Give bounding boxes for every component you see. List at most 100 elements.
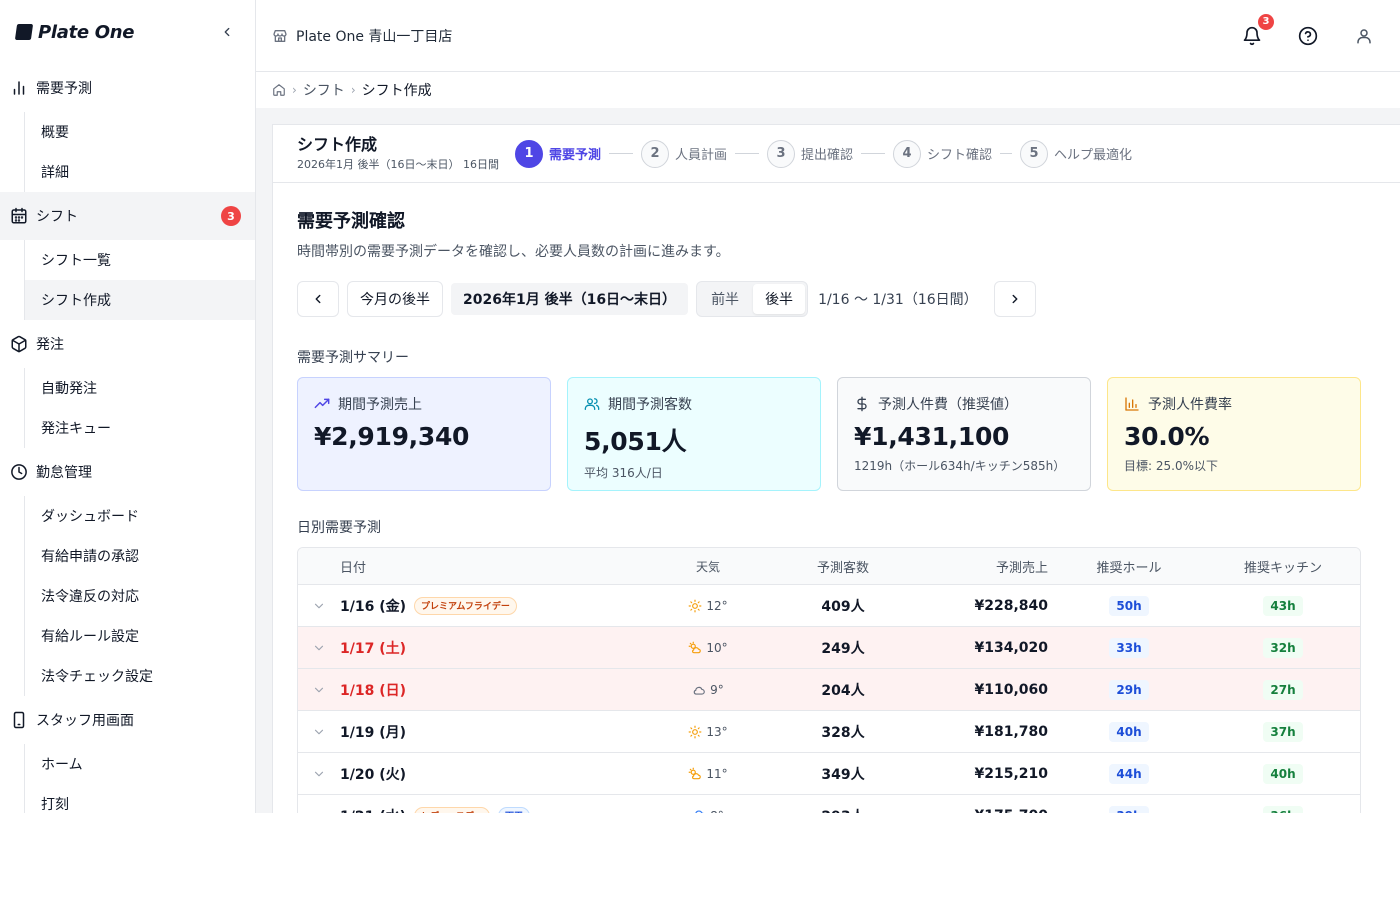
step-submission-check[interactable]: 3 提出確認 [767, 139, 853, 168]
nav-item-violations[interactable]: 法令違反の対応 [25, 576, 255, 616]
nav-order[interactable]: 発注 [0, 320, 255, 368]
table-row[interactable]: 1/20 (火) 11° 349人 ¥215,210 44h 40h [298, 752, 1360, 794]
row-sales: ¥181,780 [974, 723, 1048, 740]
step-demand-forecast[interactable]: 1 需要予測 [514, 139, 601, 168]
kpi-sub: 目標: 25.0%以下 [1124, 459, 1218, 473]
nav-item-home[interactable]: ホーム [25, 744, 255, 784]
notifications-button[interactable]: 3 [1240, 13, 1274, 48]
row-temp: 12° [706, 598, 728, 613]
step-staff-plan[interactable]: 2 人員計画 [641, 139, 727, 168]
this-month-half-button[interactable]: 今月の後半 [347, 281, 443, 317]
home-icon[interactable] [272, 83, 286, 97]
account-button[interactable] [1352, 24, 1376, 48]
help-icon [1298, 26, 1318, 45]
chevron-down-icon [314, 771, 324, 776]
nav-attendance[interactable]: 勤怠管理 [0, 448, 255, 496]
expand-row-button[interactable] [298, 599, 340, 613]
row-date: 1/19 (月) [340, 724, 407, 741]
wizard-title-block: シフト作成 2026年1月 後半（16日〜末日） 16日間 [297, 135, 499, 172]
step-number: 2 [641, 139, 669, 168]
first-half-option[interactable]: 前半 [699, 284, 751, 314]
prev-period-button[interactable] [297, 281, 339, 317]
chevron-right-icon [1012, 294, 1018, 304]
shift-count-badge: 3 [221, 206, 241, 226]
nav-item-leave-rules[interactable]: 有給ルール設定 [25, 616, 255, 656]
row-sales: ¥110,060 [974, 681, 1048, 698]
row-weather: 11° [658, 767, 758, 781]
nav-staff-screen[interactable]: スタッフ用画面 [0, 696, 255, 744]
row-hall-hours: 33h [1109, 637, 1149, 658]
nav-item-leave-approval[interactable]: 有給申請の承認 [25, 536, 255, 576]
row-sales: ¥175,700 [928, 808, 1048, 814]
notification-badge: 3 [1258, 13, 1274, 30]
summary-title: 需要予測サマリー [297, 350, 409, 366]
step-number: 5 [1020, 139, 1049, 168]
row-kitchen-hours: 32h [1263, 637, 1303, 658]
row-customers: 409人 [821, 598, 865, 615]
bell-icon [1243, 26, 1261, 45]
second-half-option[interactable]: 後半 [753, 284, 806, 314]
nav-item-overview[interactable]: 概要 [25, 112, 255, 152]
brand-logo[interactable]: Plate One [14, 21, 135, 43]
header-kitchen: 推奨キッチン [1243, 560, 1322, 576]
app-viewport: Plate One 需要予測 概要 詳細 シフト 3 シフト一覧 シフト作成 発… [0, 0, 1400, 813]
step-help-optimize[interactable]: 5 ヘルプ最適化 [1020, 139, 1132, 168]
nav-demand-forecast[interactable]: 需要予測 [0, 64, 255, 112]
nav-item-shift-create[interactable]: シフト作成 [25, 280, 255, 320]
breadcrumb-shift[interactable]: シフト [303, 80, 345, 100]
nav-item-auto-order[interactable]: 自動発注 [25, 368, 255, 408]
step-shift-check[interactable]: 4 シフト確認 [893, 139, 992, 168]
kpi-labor-cost: 予測人件費（推奨値） ¥1,431,100 1219h（ホール634h/キッチン… [837, 377, 1091, 491]
row-customers: 328人 [821, 724, 865, 741]
rain-icon [692, 809, 706, 813]
expand-row-button[interactable] [298, 767, 340, 781]
step-connector [735, 153, 760, 154]
nav-sublist: 自動発注 発注キュー [24, 368, 255, 448]
expand-row-button[interactable] [298, 683, 340, 697]
expand-row-button[interactable] [298, 641, 340, 655]
row-sales: ¥134,020 [974, 639, 1048, 656]
row-customers: 249人 [821, 640, 865, 657]
chevron-down-icon [314, 645, 324, 650]
nav-item-punch[interactable]: 打刻 [25, 784, 255, 813]
half-toggle: 前半 後半 [696, 281, 809, 317]
step-number: 1 [514, 139, 543, 168]
table-row[interactable]: 1/17 (土) 10° 249人 ¥134,020 33h 32h [298, 626, 1360, 668]
table-row[interactable]: 1/21 (水) レディースデー雨天 8° 293人¥175,700 39h 36h [298, 794, 1360, 813]
table-row[interactable]: 1/19 (月) 13° 328人 ¥181,780 40h 37h [298, 710, 1360, 752]
expand-row-button[interactable] [298, 725, 340, 739]
nav-item-law-check[interactable]: 法令チェック設定 [25, 656, 255, 696]
row-customers: 349人 [821, 766, 865, 783]
section-description: 時間帯別の需要予測データを確認し、必要人員数の計画に進みます。 [297, 244, 730, 260]
row-weather: 13° [658, 725, 758, 739]
table-row[interactable]: 1/18 (日) 9° 204人 ¥110,060 29h 27h [298, 668, 1360, 710]
kpi-value: 5,051人 [584, 427, 687, 456]
header-sales: 予測売上 [995, 560, 1048, 576]
store-name: Plate One 青山一丁目店 [296, 28, 453, 45]
nav-item-order-queue[interactable]: 発注キュー [25, 408, 255, 448]
row-weather: 9° [658, 683, 758, 697]
row-temp: 9° [710, 682, 724, 697]
row-date-cell: 1/21 (水) レディースデー雨天 [340, 806, 658, 813]
breadcrumb-current: シフト作成 [361, 83, 432, 99]
bar-chart-icon [1125, 397, 1139, 411]
header-weather: 天気 [695, 559, 720, 574]
expand-row-button[interactable] [298, 809, 340, 814]
brand-name: Plate One [38, 21, 135, 43]
period-label: 2026年1月 後半（16日〜末日） [451, 283, 689, 315]
collapse-sidebar-button[interactable] [215, 20, 239, 44]
nav-item-details[interactable]: 詳細 [25, 152, 255, 192]
nav-item-dashboard[interactable]: ダッシュボード [25, 496, 255, 536]
store-selector[interactable]: Plate One 青山一丁目店 [272, 26, 452, 46]
nav-shift[interactable]: シフト 3 [0, 192, 255, 240]
row-date: 1/18 (日) [340, 682, 407, 699]
table-row[interactable]: 1/16 (金) プレミアムフライデー 12° 409人 ¥228,840 50h 43h [298, 584, 1360, 626]
row-temp: 11° [706, 766, 728, 781]
event-tag: プレミアムフライデー [414, 596, 517, 615]
breadcrumb: › シフト › シフト作成 [256, 72, 1400, 108]
nav-item-shift-list[interactable]: シフト一覧 [25, 240, 255, 280]
nav-sublist: 概要 詳細 [24, 112, 255, 192]
help-button[interactable] [1296, 24, 1320, 48]
next-period-button[interactable] [993, 281, 1036, 317]
top-actions: 3 [1240, 13, 1384, 48]
